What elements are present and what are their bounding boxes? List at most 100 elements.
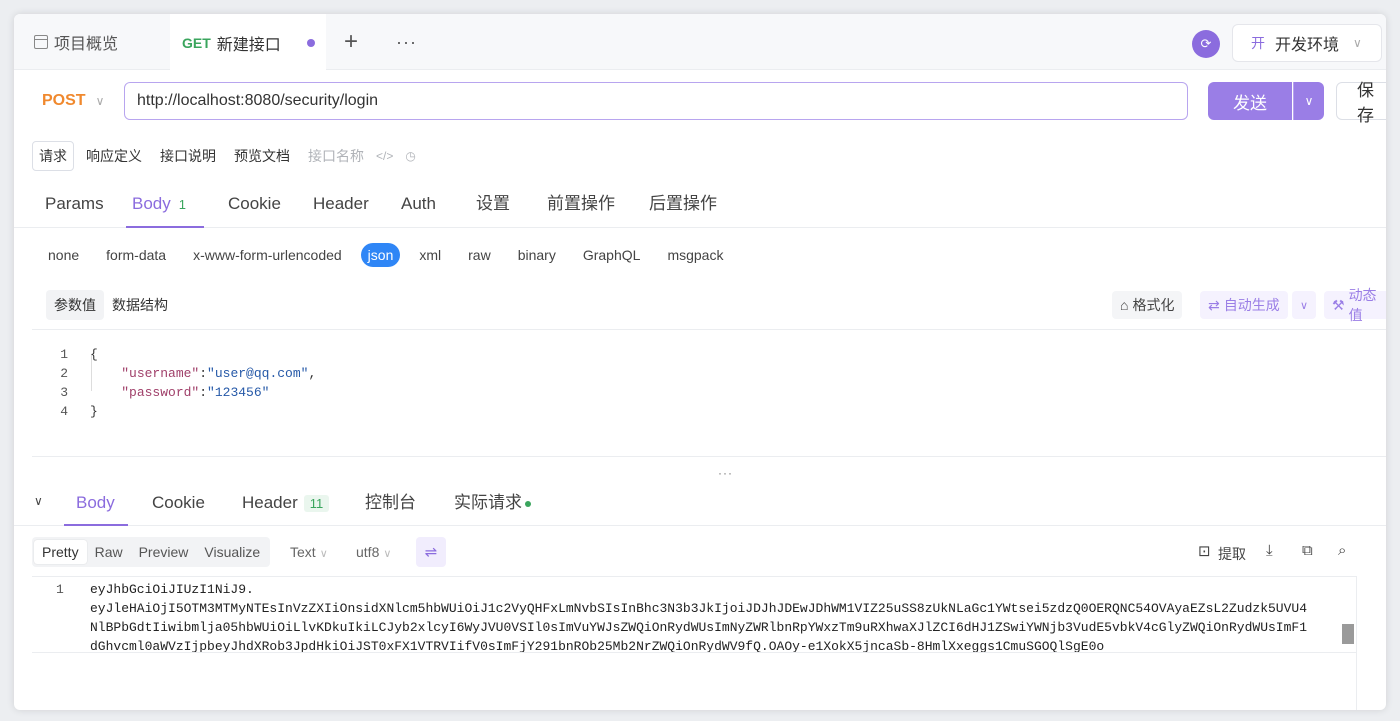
tab-param-values[interactable]: 参数值 [46,290,104,320]
param-view-tabs: 参数值 数据结构 [46,290,176,320]
chevron-down-icon: ∨ [1353,36,1362,50]
tab-header[interactable]: Header [313,186,369,228]
subtab-endpoint-description[interactable]: 接口说明 [154,142,222,170]
body-type-raw[interactable]: raw [468,247,491,263]
auto-generate-options-button[interactable]: ∨ [1292,291,1316,319]
body-type-urlencoded[interactable]: x-www-form-urlencoded [193,247,342,263]
request-tabs: Params Body 1 Cookie Header Auth 设置 前置操作 … [14,186,1386,228]
resp-tab-header-label: Header [242,493,298,512]
url-input[interactable] [124,82,1188,120]
tab-new-endpoint[interactable]: GET 新建接口 [170,14,326,70]
tab-data-structure[interactable]: 数据结构 [104,290,176,320]
json-body-editor[interactable]: 1 { 2 "username":"user@qq.com", 3 "passw… [32,329,1386,457]
resp-tab-body[interactable]: Body [64,486,128,526]
status-dot-icon [525,500,531,507]
extract-label[interactable]: 提取 [1218,544,1246,564]
line-number: 4 [60,404,68,419]
endpoint-subtabs: 请求 响应定义 接口说明 预览文档 接口名称 </> ◷ [32,141,428,171]
tab-pre-operations[interactable]: 前置操作 [547,186,615,228]
body-type-json[interactable]: json [360,243,401,267]
tab-auth[interactable]: Auth [401,186,436,228]
encoding-select-label: utf8 [356,544,380,560]
encoding-select[interactable]: utf8 ∨ [356,544,391,560]
tab-post-operations[interactable]: 后置操作 [649,186,717,228]
tab-body-label: Body [132,194,171,213]
response-text: NlBPbGdtIiwibmlja05hbWUiOiLlvKDkuIkiLCJy… [90,620,1307,635]
divider [32,652,1356,653]
format-label: 格式化 [1132,297,1175,313]
scrollbar-thumb[interactable] [1342,624,1354,644]
dynamic-value-button[interactable]: ⚒ 动态值 [1324,287,1386,323]
tab-body[interactable]: Body 1 [126,186,204,228]
copy-icon[interactable]: ⧉ [1302,542,1313,559]
send-options-button[interactable]: ∨ [1293,82,1324,120]
tab-method-badge: GET [182,35,211,51]
environment-select[interactable]: 开 开发环境 ∨ [1232,24,1382,62]
body-count-badge: 1 [178,197,186,212]
resize-handle[interactable]: ··· [718,466,733,480]
subtab-request[interactable]: 请求 [32,141,74,171]
view-raw[interactable]: Raw [87,540,131,564]
code-line: 3 "password":"123456" [32,383,1386,402]
resp-tab-header[interactable]: Header 11 [242,486,330,526]
subtab-preview-docs[interactable]: 预览文档 [228,142,296,170]
auto-generate-label: 自动生成 [1223,297,1280,313]
code-line: 2 "username":"user@qq.com", [32,364,1386,383]
collapse-icon[interactable]: ∨ [34,494,43,508]
layout-icon [34,35,48,49]
line-number: 1 [56,582,64,597]
code-text: "username":"user@qq.com", [121,366,317,381]
http-method-label: POST [42,92,86,109]
body-type-binary[interactable]: binary [518,247,556,263]
code-text: } [90,402,98,421]
history-icon[interactable]: ◷ [405,149,415,163]
sync-icon[interactable]: ⟳ [1192,30,1220,58]
save-button[interactable]: 保 存 [1336,81,1386,125]
auto-generate-button[interactable]: ⇄ 自动生成 [1200,291,1288,319]
format-select[interactable]: Text ∨ [290,544,328,560]
response-text: eyJleHAiOjI5OTM3MTMyNTEsInVzZXIiOnsidXNl… [90,601,1307,616]
resp-tab-console[interactable]: 控制台 [365,486,416,526]
response-text: eyJhbGciOiJIUzI1NiJ9. [90,582,254,597]
code-icon[interactable]: </> [376,149,393,163]
vertical-scrollbar[interactable] [1356,576,1370,710]
code-key-username: "username" [121,366,200,381]
tab-params[interactable]: Params [45,186,104,228]
view-pretty[interactable]: Pretty [34,540,87,564]
word-wrap-icon[interactable]: ⇌ [416,537,446,567]
code-line: 1 { [32,345,1386,364]
tab-cookie[interactable]: Cookie [228,186,281,228]
http-method-select[interactable]: POST ∨ [32,82,122,120]
search-icon[interactable]: ⌕ [1338,542,1346,559]
view-preview[interactable]: Preview [131,540,197,564]
body-type-graphql[interactable]: GraphQL [583,247,641,263]
body-type-msgpack[interactable]: msgpack [667,247,723,263]
tab-overview-label: 项目概览 [54,36,119,53]
response-body[interactable]: 1 eyJhbGciOiJIUzI1NiJ9. eyJleHAiOjI5OTM3… [32,576,1356,710]
unsaved-dot-icon [306,39,315,47]
format-icon: ⌂ [1120,297,1129,313]
resp-tab-cookie[interactable]: Cookie [152,486,205,526]
add-tab-button[interactable]: + [344,14,358,70]
view-visualize[interactable]: Visualize [196,540,268,564]
code-value-password: "123456" [207,385,270,400]
body-type-selector: none form-data x-www-form-urlencoded jso… [48,242,750,268]
body-type-none[interactable]: none [48,247,79,263]
download-icon[interactable]: ⤓ [1266,542,1273,559]
subtab-response-definition[interactable]: 响应定义 [80,142,148,170]
more-tabs-button[interactable]: ··· [396,14,417,70]
tab-project-overview[interactable]: 项目概览 [34,14,118,70]
format-select-label: Text [290,544,316,560]
response-tabs: ∨ Body Cookie Header 11 控制台 实际请求 [14,486,1386,526]
extract-icon[interactable]: ⊡ [1198,542,1211,560]
send-button[interactable]: 发送 [1208,82,1292,120]
body-type-form-data[interactable]: form-data [106,247,166,263]
line-number: 1 [60,347,68,362]
chevron-down-icon: ∨ [319,548,328,560]
chevron-down-icon: ∨ [95,94,105,108]
tab-settings[interactable]: 设置 [476,186,510,228]
format-button[interactable]: ⌂ 格式化 [1112,291,1183,319]
endpoint-name-field[interactable]: 接口名称 [302,142,370,170]
resp-tab-actual-request[interactable]: 实际请求 [454,486,531,526]
body-type-xml[interactable]: xml [419,247,441,263]
